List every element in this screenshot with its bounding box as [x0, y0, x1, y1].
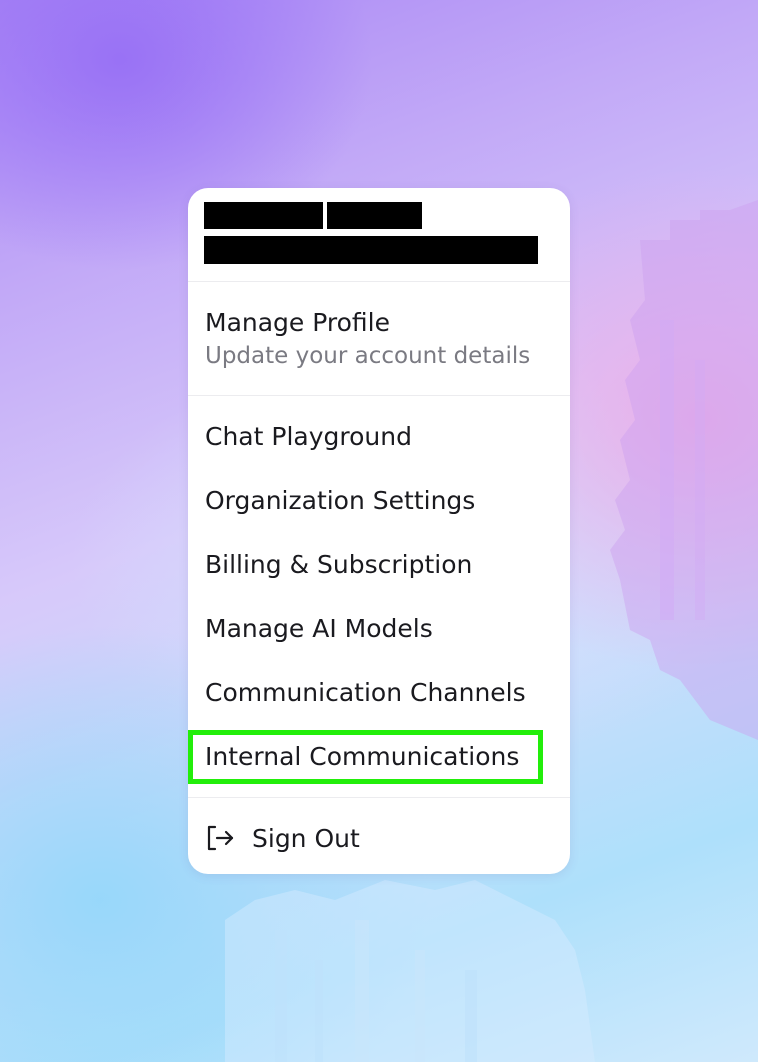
- highlight-box: [188, 730, 543, 784]
- manage-profile-label: Manage Profile: [205, 308, 390, 337]
- redacted-last-name: [327, 202, 422, 229]
- menu-item-label: Organization Settings: [205, 486, 476, 515]
- page-background: Manage Profile Update your account detai…: [0, 0, 758, 1062]
- divider: [188, 797, 570, 798]
- manage-profile-subtitle: Update your account details: [205, 343, 531, 369]
- menu-item-chat-playground[interactable]: Chat Playground: [188, 408, 570, 464]
- sign-out-label: Sign Out: [252, 824, 360, 853]
- background-skyline-right: [610, 200, 758, 740]
- menu-item-organization-settings[interactable]: Organization Settings: [188, 472, 570, 528]
- sign-out-icon: [207, 825, 234, 851]
- divider: [188, 281, 570, 282]
- menu-item-label: Chat Playground: [205, 422, 412, 451]
- sign-out-button[interactable]: Sign Out: [188, 808, 570, 868]
- manage-profile-item[interactable]: Manage Profile Update your account detai…: [188, 298, 570, 378]
- menu-item-label: Communication Channels: [205, 678, 526, 707]
- divider: [188, 395, 570, 396]
- menu-item-manage-ai-models[interactable]: Manage AI Models: [188, 600, 570, 656]
- menu-item-communication-channels[interactable]: Communication Channels: [188, 664, 570, 720]
- menu-item-billing-subscription[interactable]: Billing & Subscription: [188, 536, 570, 592]
- redacted-email: [204, 236, 538, 264]
- menu-item-label: Manage AI Models: [205, 614, 433, 643]
- redacted-first-name: [204, 202, 323, 229]
- menu-item-label: Billing & Subscription: [205, 550, 473, 579]
- background-skyline-bottom: [225, 880, 595, 1062]
